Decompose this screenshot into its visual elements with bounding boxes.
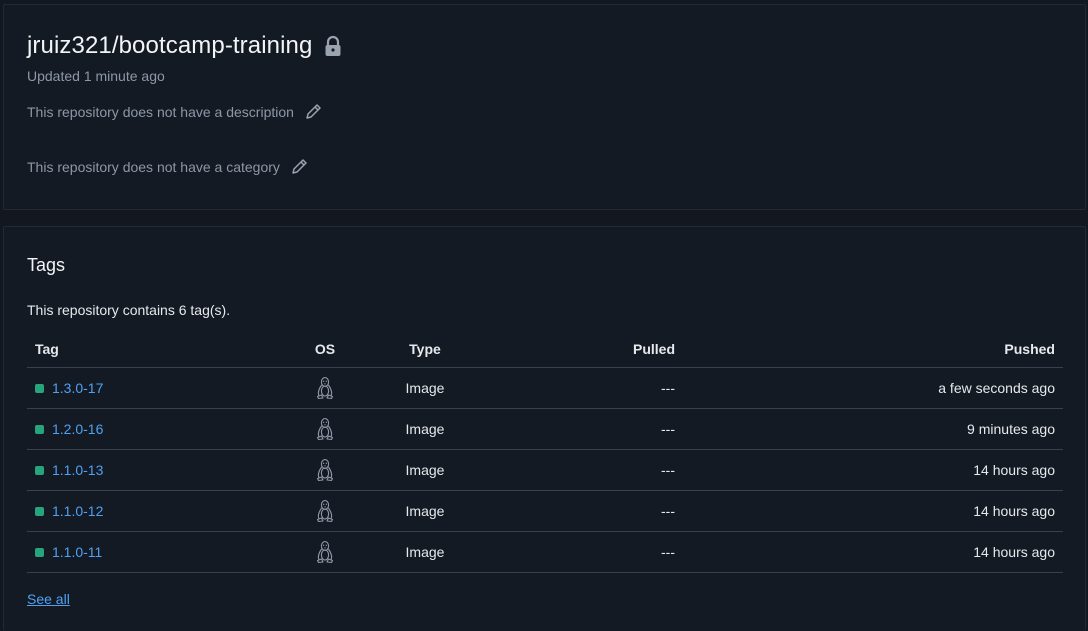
table-row: 1.2.0-16 Image --- 9 minutes ago: [27, 408, 1063, 450]
pulled-cell: ---: [495, 367, 675, 409]
table-row: 1.1.0-12 Image --- 14 hours ago: [27, 490, 1063, 532]
pulled-cell: ---: [495, 408, 675, 450]
tags-heading: Tags: [27, 255, 66, 275]
status-dot: [35, 506, 44, 516]
pulled-cell: ---: [495, 531, 675, 573]
category-row: This repository does not have a category: [27, 157, 309, 177]
type-cell: Image: [355, 531, 495, 573]
tag-cell: 1.2.0-16: [27, 408, 295, 450]
updated-time: Updated 1 minute ago: [27, 68, 165, 84]
column-header-pushed[interactable]: Pushed: [675, 331, 1063, 368]
lock-icon: [323, 35, 343, 57]
status-dot: [35, 424, 44, 434]
pushed-cell: a few seconds ago: [675, 367, 1063, 409]
pulled-cell: ---: [495, 490, 675, 532]
linux-icon: [315, 376, 335, 400]
tags-table: Tag OS Type Pulled Pushed 1.3.0-17 Image…: [27, 331, 1063, 573]
description-text: This repository does not have a descript…: [27, 104, 294, 120]
tag-count-text: This repository contains 6 tag(s).: [27, 302, 231, 318]
tag-cell: 1.1.0-12: [27, 490, 295, 532]
table-row: 1.3.0-17 Image --- a few seconds ago: [27, 367, 1063, 409]
pushed-cell: 14 hours ago: [675, 531, 1063, 573]
type-cell: Image: [355, 408, 495, 450]
table-row: 1.1.0-13 Image --- 14 hours ago: [27, 449, 1063, 491]
type-cell: Image: [355, 490, 495, 532]
type-cell: Image: [355, 449, 495, 491]
pushed-cell: 9 minutes ago: [675, 408, 1063, 450]
pulled-cell: ---: [495, 449, 675, 491]
column-header-tag[interactable]: Tag: [27, 331, 295, 368]
edit-description-pencil-icon[interactable]: [303, 102, 323, 122]
category-text: This repository does not have a category: [27, 159, 280, 175]
table-row: 1.1.0-11 Image --- 14 hours ago: [27, 531, 1063, 573]
tags-section: Tags This repository contains 6 tag(s). …: [3, 226, 1086, 631]
see-all-link[interactable]: See all: [27, 591, 70, 607]
tag-link[interactable]: 1.1.0-13: [52, 462, 103, 478]
linux-icon: [315, 417, 335, 441]
linux-icon: [315, 458, 335, 482]
status-dot: [35, 547, 44, 557]
repo-title-row: jruiz321/bootcamp-training: [27, 32, 343, 60]
os-cell: [295, 531, 355, 573]
repository-header: jruiz321/bootcamp-training Updated 1 min…: [3, 4, 1086, 210]
os-cell: [295, 367, 355, 409]
os-cell: [295, 408, 355, 450]
os-cell: [295, 490, 355, 532]
edit-category-pencil-icon[interactable]: [289, 157, 309, 177]
status-dot: [35, 383, 44, 393]
pushed-cell: 14 hours ago: [675, 490, 1063, 532]
tag-cell: 1.1.0-13: [27, 449, 295, 491]
linux-icon: [315, 540, 335, 564]
tag-link[interactable]: 1.1.0-11: [52, 544, 102, 560]
column-header-pulled[interactable]: Pulled: [495, 331, 675, 368]
status-dot: [35, 465, 44, 475]
pushed-cell: 14 hours ago: [675, 449, 1063, 491]
linux-icon: [315, 499, 335, 523]
tag-link[interactable]: 1.3.0-17: [52, 380, 103, 396]
repo-name: jruiz321/bootcamp-training: [27, 32, 313, 59]
tag-link[interactable]: 1.1.0-12: [52, 503, 103, 519]
tag-cell: 1.1.0-11: [27, 531, 295, 573]
type-cell: Image: [355, 367, 495, 409]
column-header-os: OS: [295, 331, 355, 368]
tag-link[interactable]: 1.2.0-16: [52, 421, 103, 437]
description-row: This repository does not have a descript…: [27, 102, 323, 122]
column-header-type: Type: [355, 331, 495, 368]
tag-cell: 1.3.0-17: [27, 367, 295, 409]
table-header-row: Tag OS Type Pulled Pushed: [27, 331, 1063, 368]
os-cell: [295, 449, 355, 491]
